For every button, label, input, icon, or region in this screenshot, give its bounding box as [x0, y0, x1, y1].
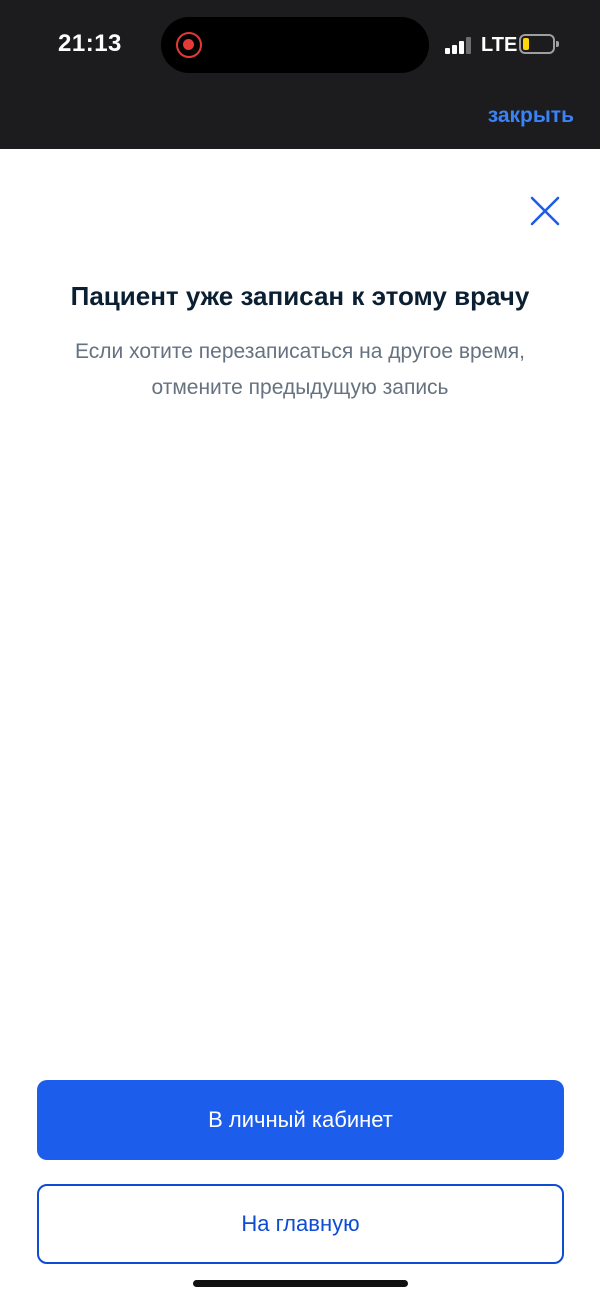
dynamic-island: [161, 17, 429, 73]
battery-icon: [519, 34, 559, 54]
home-indicator[interactable]: [193, 1280, 408, 1287]
home-button-label: На главную: [241, 1211, 360, 1236]
home-button[interactable]: На главную: [37, 1184, 564, 1264]
personal-account-button-label: В личный кабинет: [208, 1107, 393, 1132]
webview-header: закрыть: [0, 100, 600, 149]
dialog-title: Пациент уже записан к этому врачу: [70, 281, 530, 311]
subtitle-line-2: отмените предыдущую запись: [151, 376, 449, 399]
signal-icon: [445, 36, 475, 54]
status-bar: 21:13 LTE: [0, 0, 600, 100]
network-type: LTE: [481, 34, 518, 56]
subtitle-line-1: Если хотите перезаписаться на другое вре…: [74, 340, 525, 363]
battery-level: [523, 38, 529, 50]
screen-recording-icon: [176, 32, 202, 58]
dialog-subtitle: Если хотите перезаписаться на другое вре…: [30, 334, 570, 406]
status-time: 21:13: [58, 30, 122, 57]
personal-account-button[interactable]: В личный кабинет: [37, 1080, 564, 1160]
close-link[interactable]: закрыть: [488, 104, 574, 128]
close-icon[interactable]: [528, 194, 562, 228]
